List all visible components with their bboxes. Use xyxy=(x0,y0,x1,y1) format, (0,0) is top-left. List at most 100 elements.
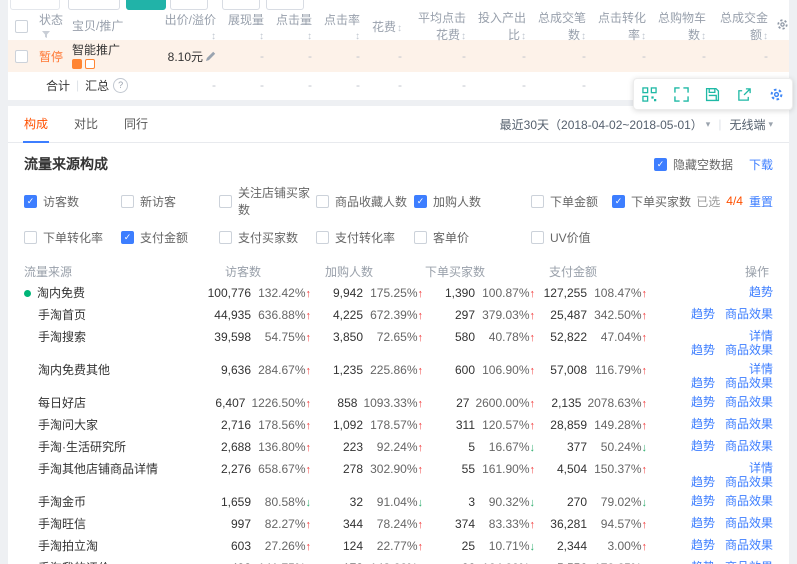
checkbox-unchecked-icon[interactable] xyxy=(414,231,427,244)
checkbox-unchecked-icon[interactable] xyxy=(531,195,544,208)
action-link[interactable]: 趋势 xyxy=(691,539,715,552)
qr-code-icon[interactable] xyxy=(638,82,662,106)
action-link[interactable]: 商品效果 xyxy=(725,344,773,357)
partial-button-2[interactable] xyxy=(68,0,120,10)
checkbox-unchecked-icon[interactable] xyxy=(24,231,37,244)
tab-composition[interactable]: 构成 xyxy=(24,106,48,142)
terminal-selector[interactable]: 无线端 ▾ xyxy=(729,116,773,133)
metric-checkbox-item[interactable]: 支付买家数 xyxy=(219,229,316,246)
action-link[interactable]: 详情 xyxy=(749,363,773,376)
sort-icon[interactable]: ↕ xyxy=(701,31,706,42)
partial-button-1[interactable] xyxy=(10,0,60,10)
traffic-source-name[interactable]: 手淘·生活研究所 xyxy=(24,440,199,455)
settings-icon[interactable] xyxy=(764,82,788,106)
column-settings-gear-icon[interactable] xyxy=(772,18,792,34)
column-header[interactable]: 投入产出比↕ xyxy=(470,9,530,43)
action-link[interactable]: 趋势 xyxy=(749,286,773,299)
action-link[interactable]: 趋势 xyxy=(691,418,715,431)
sort-icon[interactable]: ↕ xyxy=(355,31,360,42)
checkbox-checked-icon[interactable]: ✓ xyxy=(414,195,427,208)
metric-checkbox-item[interactable]: 商品收藏人数 xyxy=(316,193,414,210)
action-link[interactable]: 趋势 xyxy=(691,396,715,409)
tab-compare[interactable]: 对比 xyxy=(74,106,98,142)
metric-checkbox-item[interactable]: ✓访客数 xyxy=(24,193,121,210)
column-header[interactable]: 总成交金额↕ xyxy=(710,9,772,43)
column-header[interactable]: 点击率↕ xyxy=(316,11,364,42)
traffic-source-name[interactable]: 手淘搜索 xyxy=(24,330,199,345)
partial-button-primary[interactable] xyxy=(126,0,166,10)
column-header[interactable]: 总购物车数↕ xyxy=(650,9,710,43)
action-link[interactable]: 商品效果 xyxy=(725,517,773,530)
bid-value[interactable]: 8.10元 xyxy=(158,48,220,65)
action-link[interactable]: 商品效果 xyxy=(725,377,773,390)
sort-icon[interactable]: ↕ xyxy=(211,31,216,42)
sort-icon[interactable]: ↕ xyxy=(397,23,402,34)
action-link[interactable]: 商品效果 xyxy=(725,308,773,321)
column-header[interactable]: 总成交笔数↕ xyxy=(530,9,590,43)
action-link[interactable]: 趋势 xyxy=(691,440,715,453)
action-link[interactable]: 趋势 xyxy=(691,476,715,489)
summary-label[interactable]: 合计 xyxy=(46,77,70,94)
partial-button-5[interactable] xyxy=(266,0,304,10)
column-header[interactable]: 出价/溢价↕ xyxy=(158,11,220,42)
checkbox-unchecked-icon[interactable] xyxy=(219,231,232,244)
column-header[interactable]: 平均点击花费↕ xyxy=(406,9,470,43)
tab-peers[interactable]: 同行 xyxy=(124,106,148,142)
checkbox-unchecked-icon[interactable] xyxy=(316,231,329,244)
sort-icon[interactable]: ↕ xyxy=(307,31,312,42)
column-header[interactable]: 花费↕ xyxy=(364,18,406,35)
metric-checkbox-item[interactable]: ✓加购人数 xyxy=(414,193,531,210)
metric-checkbox-item[interactable]: 新访客 xyxy=(121,193,219,210)
top-table-row[interactable]: 暂停智能推广8.10元---------- xyxy=(8,40,789,72)
summary-toggle[interactable]: 汇总 xyxy=(85,77,109,94)
sort-icon[interactable]: ↕ xyxy=(259,31,264,42)
metric-checkbox-item[interactable]: UV价值 xyxy=(531,229,612,246)
share-icon[interactable] xyxy=(733,82,757,106)
traffic-source-name[interactable]: 手淘其他店铺商品详情 xyxy=(24,462,199,477)
column-header[interactable]: 点击转化率↕ xyxy=(590,9,650,43)
action-link[interactable]: 趋势 xyxy=(691,495,715,508)
metric-checkbox-item[interactable]: 客单价 xyxy=(414,229,531,246)
sort-icon[interactable]: ↕ xyxy=(641,31,646,42)
checkbox-checked-icon[interactable]: ✓ xyxy=(24,195,37,208)
traffic-source-name[interactable]: 手淘问大家 xyxy=(24,418,199,433)
fullscreen-icon[interactable] xyxy=(669,82,693,106)
checkbox-unchecked-icon[interactable] xyxy=(316,195,329,208)
action-link[interactable]: 商品效果 xyxy=(725,418,773,431)
sort-icon[interactable]: ↕ xyxy=(521,31,526,42)
checkbox-checked-icon[interactable]: ✓ xyxy=(612,195,625,208)
hide-empty-checkbox[interactable]: ✓ xyxy=(654,158,667,171)
sort-icon[interactable]: ↕ xyxy=(763,31,768,42)
metric-checkbox-item[interactable]: 下单金额 xyxy=(531,193,612,210)
action-link[interactable]: 趋势 xyxy=(691,377,715,390)
action-link[interactable]: 商品效果 xyxy=(725,440,773,453)
help-icon[interactable]: ? xyxy=(113,78,128,93)
action-link[interactable]: 详情 xyxy=(749,330,773,343)
action-link[interactable]: 趋势 xyxy=(691,308,715,321)
metric-checkbox-item[interactable]: 支付转化率 xyxy=(316,229,414,246)
partial-button-3[interactable] xyxy=(170,0,208,10)
campaign-name-cell[interactable]: 智能推广 xyxy=(68,44,158,69)
action-link[interactable]: 商品效果 xyxy=(725,396,773,409)
traffic-source-name[interactable]: 每日好店 xyxy=(24,396,199,411)
action-link[interactable]: 商品效果 xyxy=(725,539,773,552)
date-range-selector[interactable]: 最近30天（2018-04-02~2018-05-01） ▾ xyxy=(500,116,711,133)
reset-link[interactable]: 重置 xyxy=(749,193,773,210)
metric-checkbox-item[interactable]: 下单转化率 xyxy=(24,229,121,246)
action-link[interactable]: 趋势 xyxy=(691,344,715,357)
action-link[interactable]: 详情 xyxy=(749,462,773,475)
row-checkbox[interactable] xyxy=(15,50,28,63)
save-icon[interactable] xyxy=(701,82,725,106)
action-link[interactable]: 商品效果 xyxy=(725,495,773,508)
traffic-source-name[interactable]: 淘内免费 xyxy=(24,286,199,301)
action-link[interactable]: 商品效果 xyxy=(725,476,773,489)
checkbox-unchecked-icon[interactable] xyxy=(531,231,544,244)
checkbox-unchecked-icon[interactable] xyxy=(219,195,232,208)
download-link[interactable]: 下载 xyxy=(749,156,773,173)
select-all-checkbox[interactable] xyxy=(15,20,28,33)
traffic-source-name[interactable]: 手淘金币 xyxy=(24,495,199,510)
metric-checkbox-item[interactable]: 关注店铺买家数 xyxy=(219,184,316,218)
metric-checkbox-item[interactable]: ✓支付金额 xyxy=(121,229,219,246)
metric-checkbox-item[interactable]: ✓下单买家数 xyxy=(612,193,691,210)
checkbox-checked-icon[interactable]: ✓ xyxy=(121,231,134,244)
